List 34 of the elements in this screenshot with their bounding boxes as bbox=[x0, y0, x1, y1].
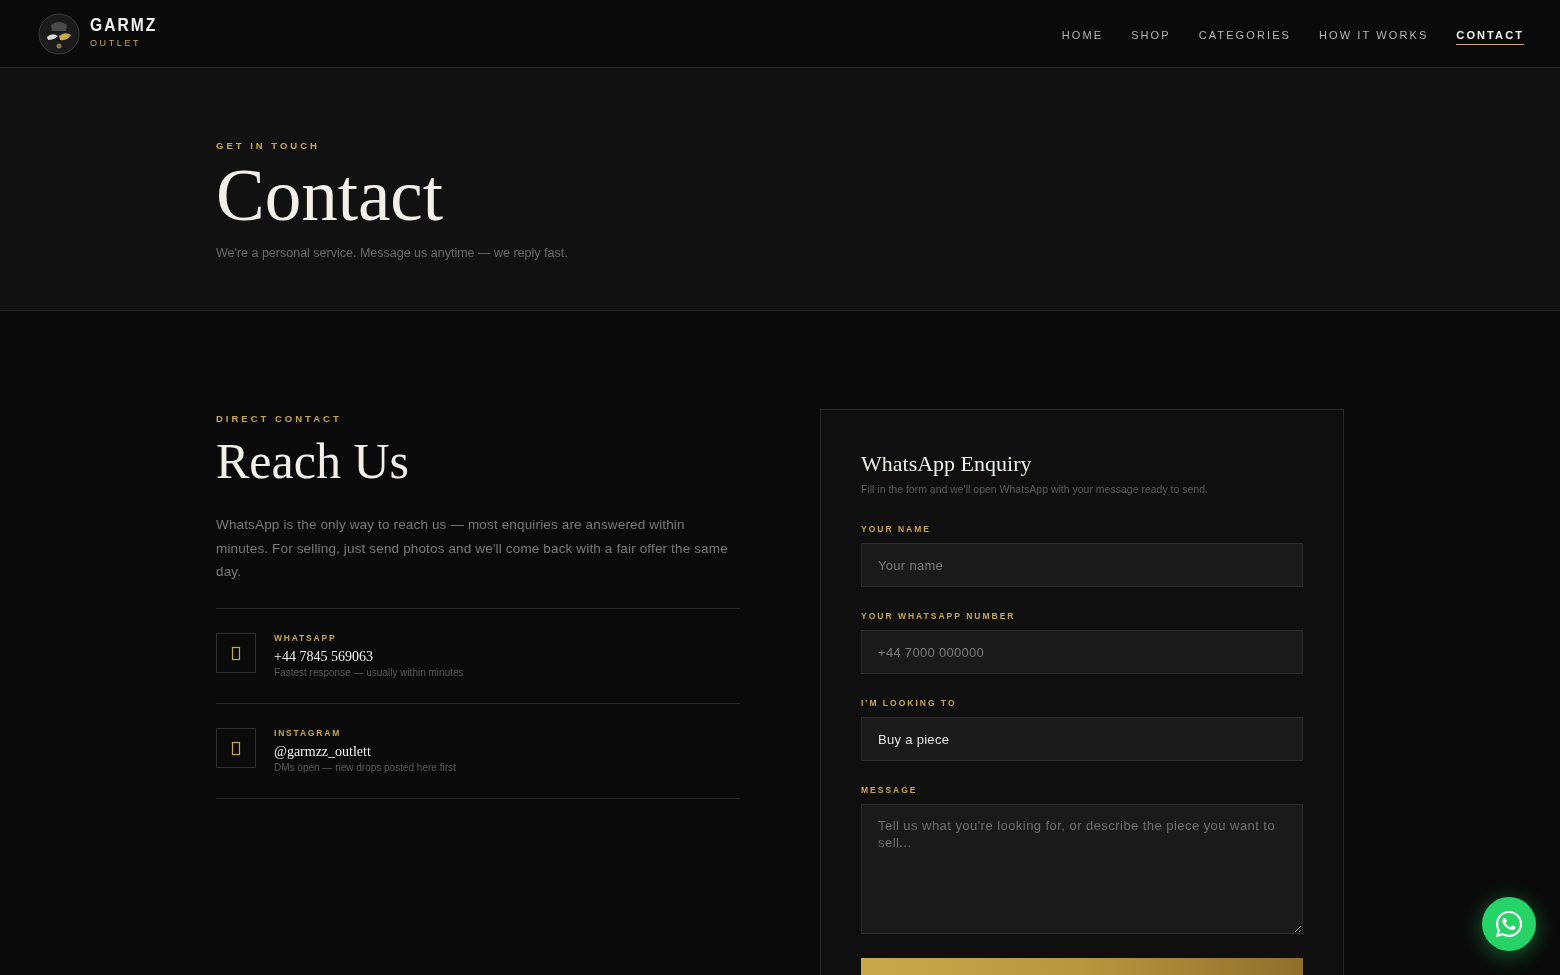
missing-glyph-icon bbox=[216, 632, 256, 673]
field-label: I'M LOOKING TO bbox=[861, 698, 958, 709]
input-field[interactable]: Your name bbox=[861, 543, 1303, 587]
message-field[interactable]: Tell us what you're looking for, or describe the piece you want to sell... bbox=[861, 804, 1303, 934]
channel-value: +44 7845 569063 bbox=[274, 647, 374, 666]
nav-link[interactable]: SHOP bbox=[1131, 24, 1171, 45]
input-field[interactable]: +44 7000 000000 bbox=[861, 630, 1303, 674]
eyebrow-text: DIRECT CONTACT bbox=[216, 413, 343, 425]
channel-value: @garmzz_outlett bbox=[274, 742, 372, 761]
form-title: WhatsApp Enquiry bbox=[861, 450, 1033, 478]
brand-name: GARMZ bbox=[90, 14, 158, 35]
channel-label: WHATSAPP bbox=[274, 632, 338, 644]
eyebrow-text: GET IN TOUCH bbox=[216, 140, 321, 152]
field-label: YOUR NAME bbox=[861, 524, 932, 535]
channel-note: Fastest response — usually within minutes bbox=[274, 665, 464, 679]
missing-glyph-icon bbox=[216, 727, 256, 768]
nav-link[interactable]: CATEGORIES bbox=[1198, 24, 1291, 45]
channel-note: DMs open — new drops posted here first bbox=[274, 760, 456, 774]
hero-subtitle: We're a personal service. Message us anytime — we reply fast. bbox=[216, 245, 569, 262]
form-subtitle: Fill in the form and we'll open WhatsApp with your message ready to send. bbox=[861, 482, 1209, 496]
field-label: MESSAGE bbox=[861, 785, 919, 796]
chat-button[interactable] bbox=[1482, 897, 1536, 951]
section-title: Reach Us bbox=[216, 432, 410, 491]
brand-tagline: OUTLET bbox=[90, 37, 143, 49]
logo-emblem-icon bbox=[38, 12, 80, 55]
select-field[interactable]: Buy a piece bbox=[861, 717, 1303, 761]
page-title: Contact bbox=[216, 156, 445, 236]
channel-label: INSTAGRAM bbox=[274, 727, 343, 739]
phone-bubble-icon bbox=[1494, 909, 1524, 939]
nav-link[interactable]: CONTACT bbox=[1456, 24, 1524, 45]
nav-link[interactable]: HOME bbox=[1061, 24, 1104, 45]
intro-paragraph: WhatsApp is the only way to reach us — most enquiries are answered within minutes. For selling, just send photos and we'll come back with a fair offer the same day. bbox=[216, 516, 729, 581]
field-label: YOUR WHATSAPP NUMBER bbox=[861, 611, 1017, 622]
nav-link[interactable]: HOW IT WORKS bbox=[1319, 24, 1429, 45]
